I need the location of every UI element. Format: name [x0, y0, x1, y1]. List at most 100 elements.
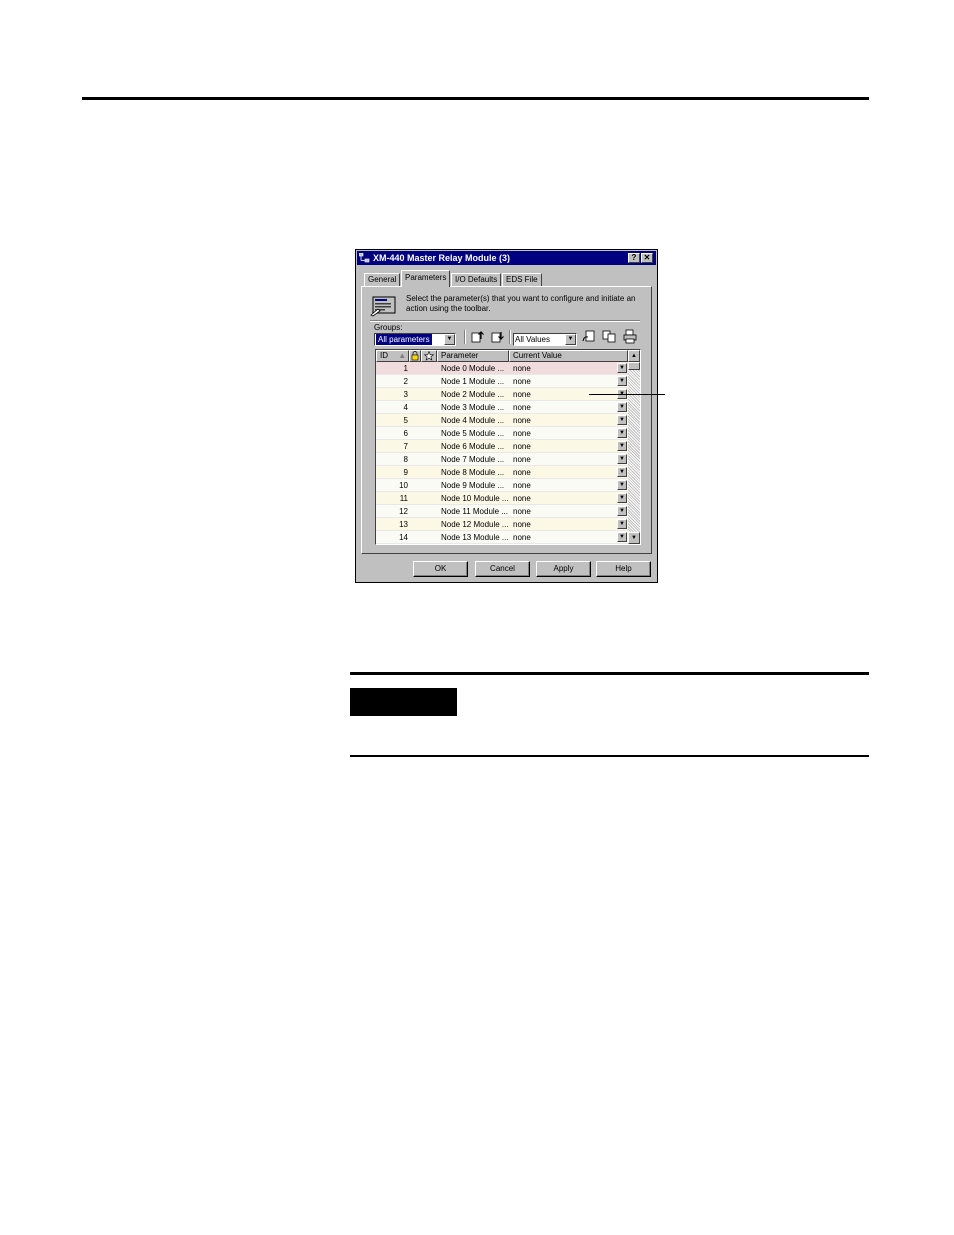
tab-io-defaults[interactable]: I/O Defaults — [451, 273, 502, 286]
value-dropdown-icon[interactable]: ▼ — [617, 363, 627, 373]
column-header-lock[interactable] — [409, 350, 421, 362]
row-parameter-cell: Node 9 Module ... — [441, 481, 505, 490]
lock-icon — [411, 351, 419, 361]
table-row[interactable]: 1 Node 0 Module ... none ▼ — [376, 362, 628, 375]
vertical-scrollbar[interactable]: ▲ ▼ — [628, 350, 640, 544]
module-properties-dialog: XM-440 Master Relay Module (3) ? ✕ Gener… — [355, 249, 658, 583]
apply-button[interactable]: Apply — [536, 561, 591, 577]
row-id-cell: 9 — [403, 468, 408, 477]
table-row[interactable]: 13 Node 12 Module ... none ▼ — [376, 518, 628, 531]
table-row[interactable]: 8 Node 7 Module ... none ▼ — [376, 453, 628, 466]
row-id-cell: 14 — [399, 533, 408, 542]
column-header-parameter[interactable]: Parameter — [437, 350, 509, 362]
table-row[interactable]: 10 Node 9 Module ... none ▼ — [376, 479, 628, 492]
print-icon[interactable] — [622, 329, 638, 344]
table-row[interactable]: 11 Node 10 Module ... none ▼ — [376, 492, 628, 505]
help-button[interactable]: Help — [596, 561, 651, 577]
row-parameter-cell: Node 8 Module ... — [441, 468, 505, 477]
dialog-title: XM-440 Master Relay Module (3) — [373, 253, 511, 263]
row-value-cell: none — [513, 390, 531, 399]
tab-eds-file[interactable]: EDS File — [502, 273, 542, 286]
row-parameter-cell: Node 12 Module ... — [441, 520, 509, 529]
parameters-icon — [370, 296, 396, 317]
note-label-box — [350, 688, 457, 716]
value-dropdown-icon[interactable]: ▼ — [617, 480, 627, 490]
value-dropdown-icon[interactable]: ▼ — [617, 506, 627, 516]
table-row[interactable]: 2 Node 1 Module ... none ▼ — [376, 375, 628, 388]
row-id-cell: 6 — [403, 429, 408, 438]
value-dropdown-icon[interactable]: ▼ — [617, 454, 627, 464]
scroll-thumb[interactable] — [628, 362, 640, 370]
value-dropdown-icon[interactable]: ▼ — [617, 415, 627, 425]
value-dropdown-icon[interactable]: ▼ — [617, 428, 627, 438]
values-filter-dropdown[interactable]: All Values ▼ — [513, 333, 577, 346]
row-value-cell: none — [513, 377, 531, 386]
row-id-cell: 12 — [399, 507, 408, 516]
chevron-down-icon[interactable]: ▼ — [444, 334, 455, 345]
row-value-cell: none — [513, 403, 531, 412]
row-parameter-cell: Node 5 Module ... — [441, 429, 505, 438]
row-value-cell: none — [513, 468, 531, 477]
values-filter-value: All Values — [515, 335, 550, 344]
cancel-button[interactable]: Cancel — [475, 561, 530, 577]
close-button[interactable]: ✕ — [641, 253, 653, 263]
table-row[interactable]: 5 Node 4 Module ... none ▼ — [376, 414, 628, 427]
scroll-down-icon[interactable]: ▼ — [628, 532, 640, 544]
tab-general[interactable]: General — [364, 273, 401, 286]
row-id-cell: 7 — [403, 442, 408, 451]
value-dropdown-icon[interactable]: ▼ — [617, 493, 627, 503]
row-parameter-cell: Node 10 Module ... — [441, 494, 509, 503]
table-row[interactable]: 6 Node 5 Module ... none ▼ — [376, 427, 628, 440]
restore-defaults-icon[interactable] — [581, 329, 597, 344]
groups-dropdown[interactable]: All parameters ▼ — [374, 333, 456, 346]
row-id-cell: 1 — [403, 364, 408, 373]
parameters-grid[interactable]: ID ▲ Parameter Current Value 1 Node 0 Mod… — [375, 349, 641, 545]
column-header-current-value[interactable]: Current Value — [509, 350, 628, 362]
row-id-cell: 10 — [399, 481, 408, 490]
chevron-down-icon[interactable]: ▼ — [565, 334, 576, 345]
row-parameter-cell: Node 13 Module ... — [441, 533, 509, 542]
column-id-label: ID — [380, 351, 388, 360]
row-value-cell: none — [513, 364, 531, 373]
grid-header: ID ▲ Parameter Current Value — [376, 350, 628, 362]
value-dropdown-icon[interactable]: ▼ — [617, 376, 627, 386]
row-parameter-cell: Node 1 Module ... — [441, 377, 505, 386]
row-value-cell: none — [513, 416, 531, 425]
table-row[interactable]: 4 Node 3 Module ... none ▼ — [376, 401, 628, 414]
value-dropdown-icon[interactable]: ▼ — [617, 519, 627, 529]
upload-params-icon[interactable] — [470, 329, 486, 344]
scroll-up-icon[interactable]: ▲ — [628, 350, 640, 362]
ok-button[interactable]: OK — [413, 561, 468, 577]
tab-parameters[interactable]: Parameters — [401, 270, 451, 287]
table-row[interactable]: 7 Node 6 Module ... none ▼ — [376, 440, 628, 453]
row-value-cell: none — [513, 481, 531, 490]
separator — [370, 320, 640, 322]
toolbar-divider — [464, 330, 466, 344]
column-header-monitor[interactable] — [421, 350, 437, 362]
sort-ascending-icon: ▲ — [398, 351, 407, 360]
note-top-rule — [350, 672, 869, 675]
column-header-id[interactable]: ID ▲ — [376, 350, 409, 362]
row-value-cell: none — [513, 507, 531, 516]
groups-label: Groups: — [374, 323, 403, 332]
value-dropdown-icon[interactable]: ▼ — [617, 441, 627, 451]
page-top-rule — [82, 97, 869, 100]
network-icon — [359, 253, 370, 263]
table-row[interactable]: 9 Node 8 Module ... none ▼ — [376, 466, 628, 479]
row-id-cell: 8 — [403, 455, 408, 464]
row-parameter-cell: Node 4 Module ... — [441, 416, 505, 425]
dialog-titlebar[interactable]: XM-440 Master Relay Module (3) ? ✕ — [357, 251, 656, 265]
help-title-button[interactable]: ? — [628, 253, 640, 263]
monitor-star-icon — [424, 351, 434, 361]
table-row[interactable]: 14 Node 13 Module ... none ▼ — [376, 531, 628, 544]
callout-line — [589, 394, 665, 395]
value-dropdown-icon[interactable]: ▼ — [617, 402, 627, 412]
row-parameter-cell: Node 6 Module ... — [441, 442, 505, 451]
instructions-text: Select the parameter(s) that you want to… — [406, 294, 636, 313]
value-dropdown-icon[interactable]: ▼ — [617, 467, 627, 477]
row-value-cell: none — [513, 520, 531, 529]
table-row[interactable]: 12 Node 11 Module ... none ▼ — [376, 505, 628, 518]
compare-icon[interactable] — [601, 329, 617, 344]
value-dropdown-icon[interactable]: ▼ — [617, 532, 627, 542]
download-params-icon[interactable] — [490, 329, 506, 344]
